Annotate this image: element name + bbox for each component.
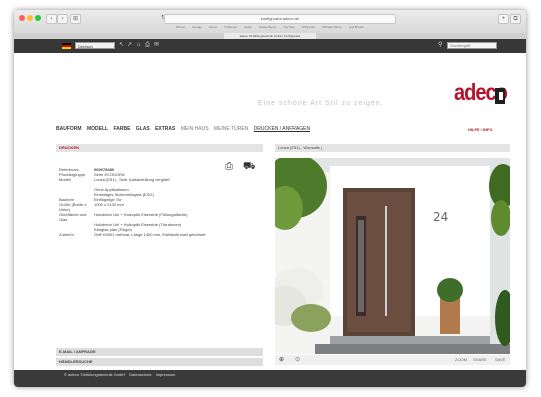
forward-button[interactable]: › xyxy=(57,14,68,24)
spec-value: Holzdekor Uni + Holzoptik Eiserstrie (Fü… xyxy=(94,212,188,217)
zoom-lens-icon[interactable]: ⊕ xyxy=(279,355,284,365)
main-navigation: BAUFORM MODELL FARBE GLAS EXTRAS MEIN HA… xyxy=(56,126,314,132)
nav-drucken-anfragen[interactable]: DRUCKEN / ANFRAGEN xyxy=(254,126,310,132)
url-text: konfigurator.adeco.de xyxy=(260,16,300,21)
spec-label: Größe (Breite x Höhe) xyxy=(59,202,87,212)
mail-icon[interactable]: ✉ xyxy=(153,42,160,49)
logo-mark-inner xyxy=(499,92,503,100)
site-topbar: Deutsch ↖ ↗ ⌂ ⎙ ✉ ⚲ xyxy=(14,39,526,53)
bookmark-item[interactable]: Apple xyxy=(244,25,252,29)
cursor-icon[interactable]: ↖ xyxy=(118,42,125,49)
preview-title: Lonza (E51) - Wonsatle | xyxy=(275,144,510,152)
print-small-icon[interactable]: ⎙ xyxy=(144,42,151,49)
browser-titlebar: ‹ › ⊞ ↻ konfigurator.adeco.de + ⧉ iPhone… xyxy=(14,10,526,34)
close-window-button[interactable] xyxy=(19,15,25,21)
nav-extras[interactable]: EXTRAS xyxy=(155,126,175,132)
bookmark-item[interactable]: Google xyxy=(192,25,202,29)
language-value: Deutsch xyxy=(78,44,93,49)
help-link[interactable]: HILFE / INFO xyxy=(468,127,492,132)
nav-farbe[interactable]: FARBE xyxy=(113,126,130,132)
spec-value: 1000 x 2100 mm xyxy=(94,202,124,207)
german-flag-icon[interactable] xyxy=(62,43,71,49)
email-request-bar[interactable]: E-MAIL / ANFRAGE xyxy=(56,348,263,356)
section-title-drucken: DRUCKEN xyxy=(56,144,263,152)
bookmark-item[interactable]: iPhone xyxy=(176,25,185,29)
pointer-icon[interactable]: ↗ xyxy=(126,42,133,49)
viewer-share-button[interactable]: SHARE xyxy=(473,355,487,365)
dealer-search-bar[interactable]: HÄNDLERSUCHE xyxy=(56,358,263,366)
new-tab-button[interactable]: + xyxy=(498,14,509,24)
spec-label: Oberfläche und Glas xyxy=(59,212,87,222)
footer-link-datenschutz[interactable]: Datenschutz xyxy=(129,372,151,377)
url-bar[interactable]: konfigurator.adeco.de xyxy=(164,14,396,24)
tab-overview-icon[interactable]: ⧉ xyxy=(510,14,521,24)
bookmark-item[interactable]: Wikipedia xyxy=(302,25,315,29)
tab-title: adeco Türfüllungstechnik GmbH: Konfigura… xyxy=(239,34,301,38)
door-preview-image: 24 xyxy=(275,158,510,354)
bookmark-item[interactable]: Suisse Baum xyxy=(259,25,277,29)
spec-label: Zubehör xyxy=(59,232,74,237)
search-icon: ⚲ xyxy=(438,42,443,48)
footer-copyright: © adeco Türfüllungstechnik GmbH xyxy=(64,372,126,377)
house-number: 24 xyxy=(433,210,448,224)
home-icon[interactable]: ⌂ xyxy=(135,42,142,49)
bookmarks-bar: iPhone Google Adeco IT-Banner Apple Suis… xyxy=(14,24,526,31)
viewer-zoom-button[interactable]: ZOOM xyxy=(455,355,467,365)
nav-modell[interactable]: MODELL xyxy=(87,126,108,132)
back-button[interactable]: ‹ xyxy=(46,14,57,24)
site-footer: © adeco Türfüllungstechnik GmbH Datensch… xyxy=(14,370,526,387)
zoom-window-button[interactable] xyxy=(35,15,41,21)
footer-link-impressum[interactable]: Impressum xyxy=(156,372,176,377)
bookmark-item[interactable]: Adeco xyxy=(209,25,218,29)
bookmark-item[interactable]: IT-Banner xyxy=(224,25,237,29)
spec-value: Lonza (E51) , Seitl. Aufsatzfüllung verg… xyxy=(94,177,170,182)
viewer-save-button[interactable]: SAVE xyxy=(495,355,505,365)
browser-window: ‹ › ⊞ ↻ konfigurator.adeco.de + ⧉ iPhone… xyxy=(14,10,526,387)
spec-label: Modell xyxy=(59,177,71,182)
house-door-illustration: 24 xyxy=(275,158,510,354)
nav-bauform[interactable]: BAUFORM xyxy=(56,126,82,132)
bookmark-item[interactable]: Link Bruder xyxy=(349,25,364,29)
viewer-toolbar: ⊕ ⊙ ZOOM SHARE SAVE xyxy=(275,355,510,365)
search-input[interactable] xyxy=(447,42,497,49)
language-select[interactable]: Deutsch xyxy=(75,42,115,49)
bookmark-item[interactable]: YouTube xyxy=(283,25,295,29)
target-icon[interactable]: ⊙ xyxy=(295,355,300,365)
spec-value: Griff H4501 drehbar, Länge 1400 mm, Edel… xyxy=(94,232,206,237)
nav-meine-tueren[interactable]: MEINE TÜREN xyxy=(214,126,248,132)
tagline: Eine schöne Art Stil zu zeigen. xyxy=(258,100,384,107)
nav-glas[interactable]: GLAS xyxy=(136,126,150,132)
minimize-window-button[interactable] xyxy=(27,15,33,21)
nav-mein-haus[interactable]: MEIN HAUS xyxy=(181,126,209,132)
sidebar-toggle-icon[interactable]: ⊞ xyxy=(70,14,81,24)
bookmark-item[interactable]: Offizielle Werte xyxy=(322,25,342,29)
